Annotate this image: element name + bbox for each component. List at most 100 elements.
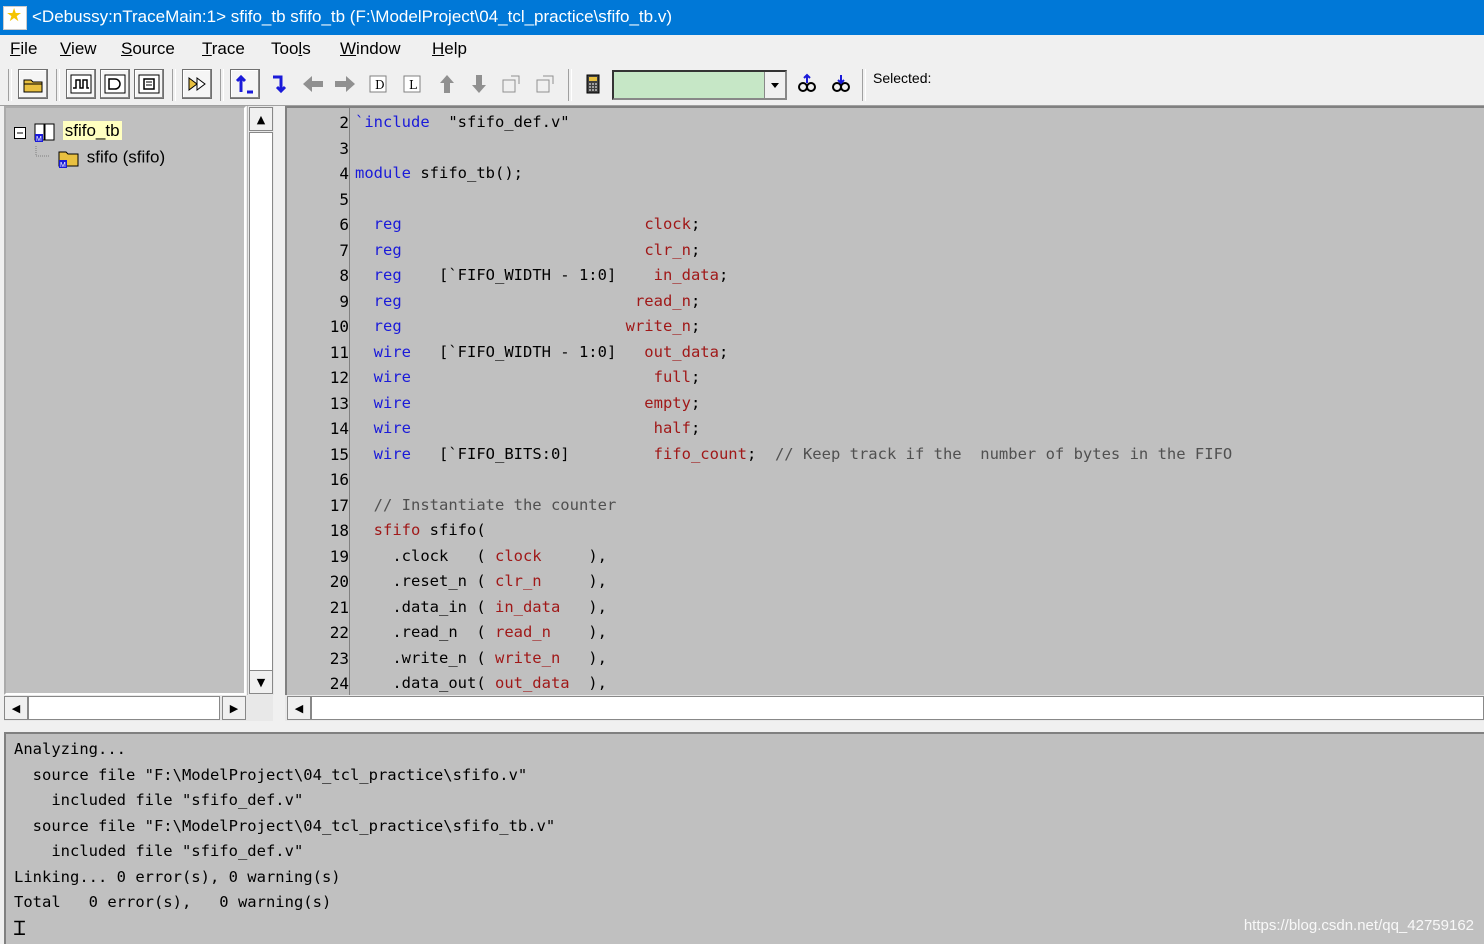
trace-button[interactable]	[182, 69, 212, 99]
code-line[interactable]: .clock ( clock ),	[355, 544, 607, 569]
console-line: included file "sfifo_def.v"	[14, 842, 304, 860]
calculator-button[interactable]	[578, 69, 608, 99]
code-line[interactable]: wire empty;	[355, 391, 701, 416]
forward-button[interactable]	[330, 69, 360, 99]
up-icon	[440, 75, 454, 93]
code-line[interactable]: `include "sfifo_def.v"	[355, 110, 570, 135]
driver-d-button[interactable]: D	[364, 69, 394, 99]
state-button[interactable]	[134, 69, 164, 99]
svg-text:M: M	[60, 162, 66, 169]
code-line[interactable]: wire [`FIFO_WIDTH - 1:0] out_data;	[355, 340, 729, 365]
prev-icon	[502, 75, 520, 93]
hierarchy-horizontal-scrollbar[interactable]: ◀ ▶	[4, 695, 273, 721]
hierarchy-tree[interactable]: M sfifo_tb M sfifo (sfifo)	[4, 106, 246, 695]
line-number: 2	[339, 113, 349, 132]
line-number: 8	[339, 266, 349, 285]
app-icon[interactable]: ★	[3, 5, 27, 30]
trace-driver-icon	[235, 74, 253, 94]
line-number: 20	[329, 572, 349, 591]
trace-driver-button[interactable]	[230, 69, 260, 99]
down-button[interactable]	[464, 69, 494, 99]
line-number: 7	[339, 240, 349, 260]
line-number: 18	[329, 521, 349, 540]
tree-connector	[32, 146, 52, 171]
scroll-down-icon[interactable]: ▼	[249, 670, 273, 694]
code-line[interactable]: .read_n ( read_n ),	[355, 620, 607, 645]
line-number: 19	[329, 546, 349, 566]
code-line[interactable]: sfifo sfifo(	[355, 518, 486, 543]
prev-button[interactable]	[496, 69, 526, 99]
source-code-view[interactable]: 2 3 4 5 6 7 8 9 10 11 12 13 14 15 16 17 18 19 20 21 22 23 24 `…	[285, 106, 1484, 695]
pane-splitter[interactable]	[274, 106, 284, 721]
find-up-button[interactable]	[792, 69, 822, 99]
tree-node-sfifo-tb[interactable]: M sfifo_tb	[32, 120, 122, 144]
scroll-right-icon[interactable]: ▶	[222, 696, 246, 720]
line-number: 21	[329, 597, 349, 617]
driver-d-icon: D	[369, 75, 387, 93]
find-down-icon	[832, 75, 850, 92]
line-number: 3	[339, 138, 349, 158]
message-console[interactable]: Analyzing... source file "F:\ModelProjec…	[4, 732, 1484, 944]
up-button[interactable]	[432, 69, 462, 99]
waveform-button[interactable]	[66, 69, 96, 99]
title-bar: ★ <Debussy:nTraceMain:1> sfifo_tb sfifo_…	[0, 0, 1484, 35]
code-line[interactable]: reg [`FIFO_WIDTH - 1:0] in_data;	[355, 263, 729, 288]
scroll-thumb[interactable]	[28, 696, 220, 720]
back-icon	[303, 76, 323, 92]
console-line: included file "sfifo_def.v"	[14, 791, 304, 809]
code-line[interactable]: // Instantiate the counter	[355, 493, 617, 518]
text-cursor-icon: Ɪ	[14, 916, 26, 940]
line-number: 4	[339, 164, 349, 183]
trace-load-button[interactable]	[264, 69, 294, 99]
trace-icon	[188, 77, 206, 91]
line-number: 13	[329, 393, 349, 413]
code-line[interactable]: reg clock;	[355, 212, 701, 237]
menu-item[interactable]: View	[60, 39, 97, 59]
code-line[interactable]: reg clr_n;	[355, 238, 701, 263]
menu-item[interactable]: File	[10, 39, 37, 59]
menu-item[interactable]: Help	[432, 39, 467, 59]
scroll-left-icon[interactable]: ◀	[287, 696, 311, 720]
scroll-up-icon[interactable]: ▲	[249, 107, 273, 131]
menu-item[interactable]: Source	[121, 39, 175, 59]
console-line: Analyzing...	[14, 740, 126, 758]
code-line[interactable]: wire [`FIFO_BITS:0] fifo_count; // Keep …	[355, 442, 1233, 467]
load-l-button[interactable]: L	[398, 69, 428, 99]
menu-item[interactable]: Tools	[271, 39, 311, 59]
line-number: 12	[329, 368, 349, 387]
chevron-down-icon[interactable]	[764, 72, 785, 98]
module-folder-icon: M	[58, 151, 79, 169]
toolbar-separator	[862, 69, 866, 101]
module-book-icon: M	[34, 123, 55, 143]
menu-item[interactable]: Trace	[202, 39, 245, 59]
line-number: 6	[339, 215, 349, 234]
code-line[interactable]: reg read_n;	[355, 289, 701, 314]
find-up-icon	[798, 73, 816, 92]
hierarchy-vertical-scrollbar[interactable]: ▲ ▼	[247, 106, 274, 695]
scroll-thumb[interactable]	[311, 696, 1484, 720]
code-line[interactable]: .reset_n ( clr_n ),	[355, 569, 607, 594]
scroll-left-icon[interactable]: ◀	[4, 696, 28, 720]
schematic-button[interactable]	[100, 69, 130, 99]
next-icon	[536, 75, 554, 93]
find-down-button[interactable]	[826, 69, 856, 99]
code-line[interactable]: .write_n ( write_n ),	[355, 646, 607, 671]
tree-expander-icon[interactable]	[14, 124, 26, 144]
code-line[interactable]: .data_in ( in_data ),	[355, 595, 607, 620]
code-line[interactable]: wire full;	[355, 365, 701, 390]
svg-text:L: L	[409, 78, 417, 92]
code-line[interactable]: wire half;	[355, 416, 701, 441]
code-line[interactable]: .data_out( out_data ),	[355, 671, 607, 695]
tree-node-sfifo[interactable]: M sfifo (sfifo)	[56, 146, 165, 170]
menu-item[interactable]: Window	[340, 39, 400, 59]
toolbar-separator	[172, 69, 176, 101]
svg-text:D: D	[375, 78, 385, 92]
signal-combo[interactable]	[612, 70, 787, 100]
next-button[interactable]	[530, 69, 560, 99]
scroll-thumb[interactable]	[249, 132, 273, 672]
back-button[interactable]	[298, 69, 328, 99]
code-line[interactable]: module sfifo_tb();	[355, 161, 523, 186]
open-button[interactable]	[18, 69, 48, 99]
code-line[interactable]: reg write_n;	[355, 314, 701, 339]
source-horizontal-scrollbar[interactable]: ◀	[285, 695, 1484, 721]
